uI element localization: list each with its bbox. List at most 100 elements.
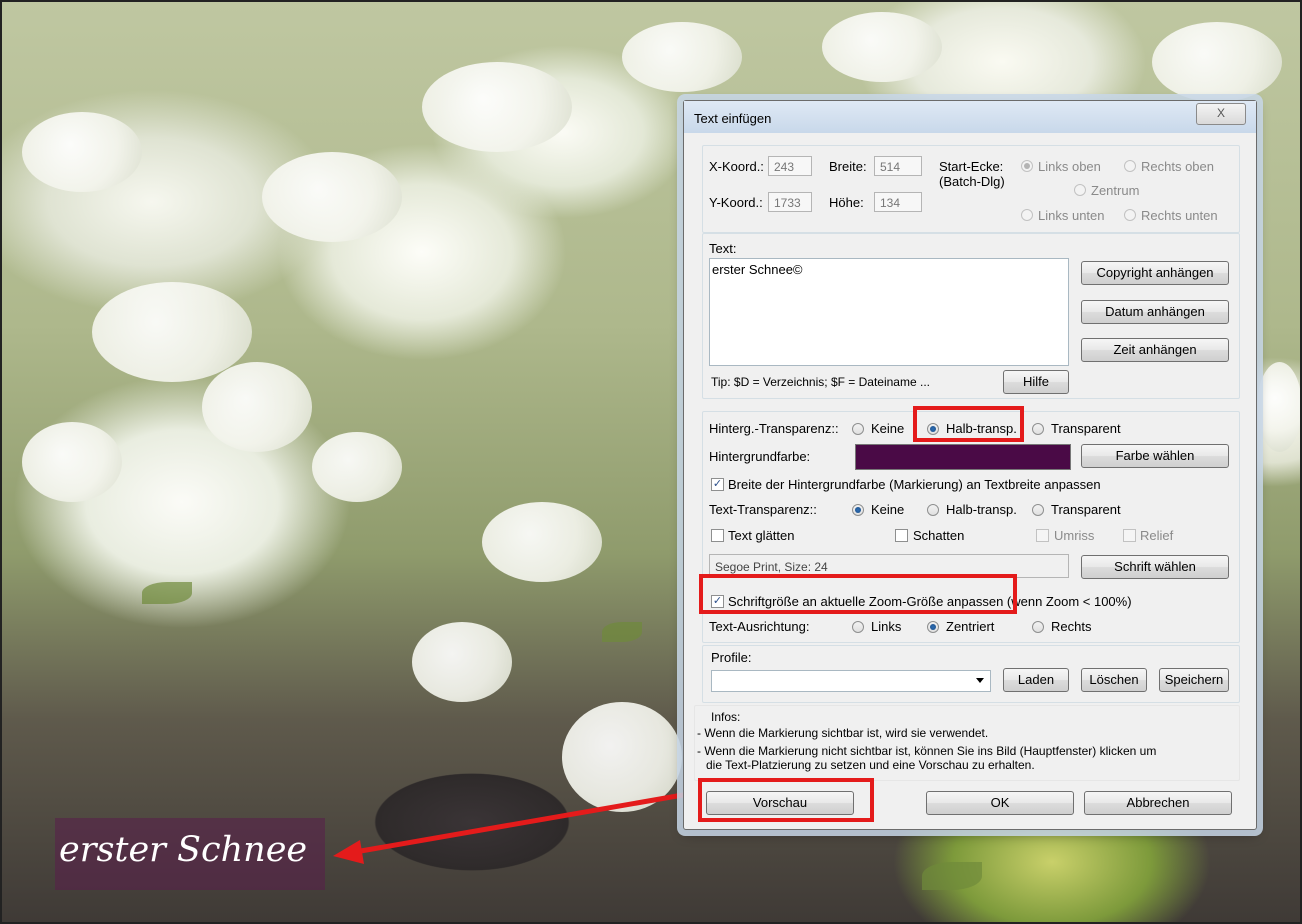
text-transparency-transparent-radio[interactable] (1032, 504, 1044, 516)
flower (422, 62, 572, 152)
relief-checkbox[interactable] (1123, 529, 1136, 542)
width-label: Breite: (829, 159, 867, 174)
relief-label: Relief (1140, 528, 1174, 543)
infos-line-1: - Wenn die Markierung sichtbar ist, wird… (697, 726, 989, 740)
text-group: Text: erster Schnee© Copyright anhängen … (702, 233, 1240, 399)
align-center-label: Zentriert (946, 619, 995, 634)
text-input[interactable]: erster Schnee© (709, 258, 1069, 366)
load-profile-button[interactable]: Laden (1003, 668, 1069, 692)
flower (562, 702, 682, 812)
leaf (922, 862, 982, 890)
shadow-checkbox[interactable] (895, 529, 908, 542)
flower (22, 422, 122, 502)
infos-line-2: - Wenn die Markierung nicht sichtbar ist… (697, 744, 1157, 758)
chevron-down-icon (976, 678, 984, 683)
bg-transparency-transparent-label: Transparent (1051, 421, 1121, 436)
highlight-zoom-fit (699, 574, 1017, 614)
start-corner-sublabel: (Batch-Dlg) (939, 174, 1005, 189)
choose-color-button[interactable]: Farbe wählen (1081, 444, 1229, 468)
x-coord-field[interactable]: 243 (768, 156, 812, 176)
corner-top-right-radio[interactable] (1124, 160, 1136, 172)
align-right-label: Rechts (1051, 619, 1092, 634)
append-date-button[interactable]: Datum anhängen (1081, 300, 1229, 324)
text-transparency-transparent-label: Transparent (1051, 502, 1121, 517)
cancel-button[interactable]: Abbrechen (1084, 791, 1232, 815)
flower (622, 22, 742, 92)
save-profile-button[interactable]: Speichern (1159, 668, 1229, 692)
flower (412, 622, 512, 702)
corner-top-left-radio[interactable] (1021, 160, 1033, 172)
infos-label: Infos: (711, 710, 741, 724)
text-transparency-none-radio[interactable] (852, 504, 864, 516)
align-right-radio[interactable] (1032, 621, 1044, 633)
start-corner-label: Start-Ecke: (939, 159, 1004, 174)
align-left-radio[interactable] (852, 621, 864, 633)
smooth-text-label: Text glätten (728, 528, 795, 543)
flower (202, 362, 312, 452)
overlay-caption: erster Schnee (59, 830, 308, 870)
alignment-label: Text-Ausrichtung: (709, 619, 810, 634)
corner-bottom-left-label: Links unten (1038, 208, 1105, 223)
bg-transparency-none-label: Keine (871, 421, 905, 436)
close-button[interactable]: X (1196, 103, 1246, 125)
text-label: Text: (709, 241, 737, 256)
align-center-radio[interactable] (927, 621, 939, 633)
insert-text-dialog: Text einfügen X X-Koord.: 243 Breite: 51… (683, 100, 1257, 830)
dialog-title: Text einfügen (694, 111, 772, 126)
highlight-preview-button (698, 778, 874, 822)
bg-transparency-label: Hinterg.-Transparenz:: (709, 421, 839, 436)
delete-profile-button[interactable]: Löschen (1081, 668, 1147, 692)
corner-top-right-label: Rechts oben (1141, 159, 1214, 174)
text-transparency-half-label: Halb-transp. (946, 502, 1017, 517)
flower (312, 432, 402, 502)
outline-label: Umriss (1054, 528, 1095, 543)
infos-line-3: die Text-Platzierung zu setzen und eine … (706, 758, 1035, 772)
help-button[interactable]: Hilfe (1003, 370, 1069, 394)
dialog-titlebar[interactable]: Text einfügen X (684, 101, 1256, 133)
text-transparency-label: Text-Transparenz:: (709, 502, 817, 517)
corner-center-radio[interactable] (1074, 184, 1086, 196)
text-transparency-half-radio[interactable] (927, 504, 939, 516)
coordinates-group: X-Koord.: 243 Breite: 514 Y-Koord.: 1733… (702, 145, 1240, 233)
profiles-group: Profile: Laden Löschen Speichern (702, 645, 1240, 703)
choose-font-button[interactable]: Schrift wählen (1081, 555, 1229, 579)
ok-button[interactable]: OK (926, 791, 1074, 815)
text-transparency-none-label: Keine (871, 502, 905, 517)
outline-checkbox[interactable] (1036, 529, 1049, 542)
fit-bg-width-label: Breite der Hintergrundfarbe (Markierung)… (728, 477, 1101, 492)
corner-bottom-right-radio[interactable] (1124, 209, 1136, 221)
append-time-button[interactable]: Zeit anhängen (1081, 338, 1229, 362)
smooth-text-checkbox[interactable] (711, 529, 724, 542)
shadow-label: Schatten (913, 528, 965, 543)
flower (262, 152, 402, 242)
highlight-half-transparency (913, 406, 1024, 442)
corner-top-left-label: Links oben (1038, 159, 1101, 174)
bg-transparency-none-radio[interactable] (852, 423, 864, 435)
tip-text: Tip: $D = Verzeichnis; $F = Dateiname ..… (711, 375, 930, 389)
bg-transparency-transparent-radio[interactable] (1032, 423, 1044, 435)
width-field[interactable]: 514 (874, 156, 922, 176)
profile-select[interactable] (711, 670, 991, 692)
corner-bottom-right-label: Rechts unten (1141, 208, 1218, 223)
flower (1257, 362, 1300, 452)
text-overlay-preview: erster Schnee (55, 818, 325, 890)
leaf (602, 622, 642, 642)
x-coord-label: X-Koord.: (709, 159, 764, 174)
corner-center-label: Zentrum (1091, 183, 1140, 198)
infos-group: Infos: - Wenn die Markierung sichtbar is… (694, 705, 1240, 781)
flower (22, 112, 142, 192)
flower (822, 12, 942, 82)
flower (92, 282, 252, 382)
align-left-label: Links (871, 619, 902, 634)
flower (482, 502, 602, 582)
height-field[interactable]: 134 (874, 192, 922, 212)
append-copyright-button[interactable]: Copyright anhängen (1081, 261, 1229, 285)
leaf (142, 582, 192, 604)
corner-bottom-left-radio[interactable] (1021, 209, 1033, 221)
bg-color-label: Hintergrundfarbe: (709, 449, 811, 464)
y-coord-field[interactable]: 1733 (768, 192, 812, 212)
bg-color-swatch (855, 444, 1071, 470)
flower (1152, 22, 1282, 102)
fit-bg-width-checkbox[interactable]: ✓ (711, 478, 724, 491)
close-icon: X (1216, 106, 1225, 120)
